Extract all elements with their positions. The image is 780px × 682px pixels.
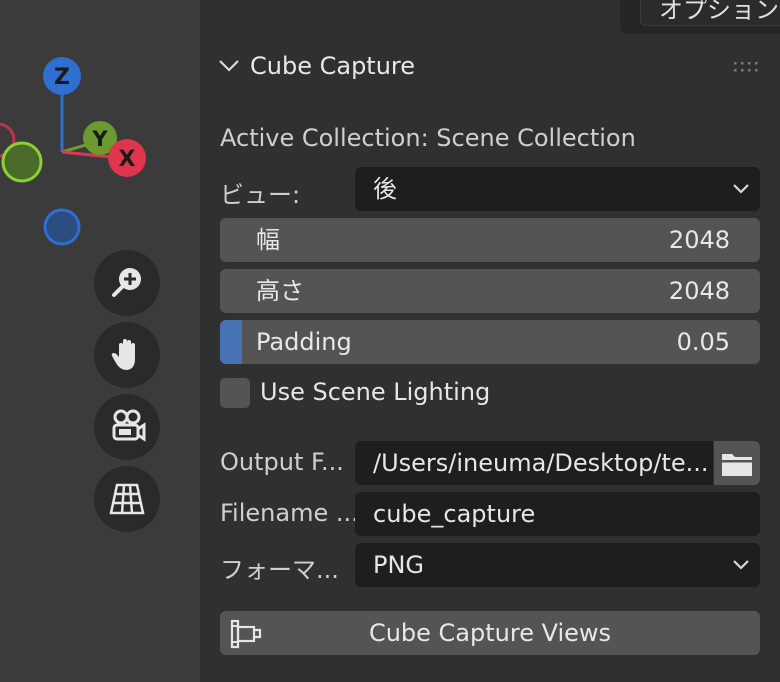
padding-fill: [220, 320, 242, 364]
use-scene-lighting-checkbox[interactable]: [220, 378, 250, 408]
format-dropdown[interactable]: PNG: [355, 543, 760, 587]
header-bar: オプション: [620, 0, 780, 34]
height-label: 高さ: [256, 277, 304, 305]
svg-text:Z: Z: [54, 65, 70, 90]
use-scene-lighting-label: Use Scene Lighting: [260, 378, 491, 406]
padding-slider[interactable]: Padding 0.05: [220, 320, 760, 364]
camera-view-button[interactable]: [94, 394, 160, 460]
padding-label: Padding: [256, 328, 352, 356]
options-button[interactable]: オプション: [640, 0, 780, 26]
svg-text:Y: Y: [91, 127, 108, 151]
zoom-icon: [112, 268, 141, 297]
panel-header[interactable]: Cube Capture: [200, 36, 780, 98]
output-folder-label: Output F...: [220, 448, 344, 476]
browse-folder-button[interactable]: [714, 441, 760, 485]
view-label: ビュー:: [220, 181, 301, 209]
axis-gizmo[interactable]: Z Y X: [0, 50, 170, 260]
cube-capture-views-label: Cube Capture Views: [368, 619, 612, 647]
cube-capture-panel: Cube Capture Active Collection: Scene Co…: [200, 36, 780, 682]
output-folder-field[interactable]: /Users/ineuma/Desktop/te...: [355, 441, 713, 485]
padding-value: 0.05: [676, 328, 730, 356]
chevron-down-icon: [733, 560, 749, 570]
panel-title: Cube Capture: [250, 52, 416, 80]
cube-capture-views-button[interactable]: Cube Capture Views: [220, 611, 760, 655]
active-collection-label: Active Collection: Scene Collection: [220, 124, 636, 152]
height-field[interactable]: 高さ 2048: [220, 269, 760, 313]
view-value: 後: [373, 175, 397, 203]
camera-icon: [112, 409, 146, 442]
chevron-down-icon[interactable]: [218, 58, 240, 74]
width-field[interactable]: 幅 2048: [220, 218, 760, 262]
folder-icon: [722, 454, 752, 476]
format-label: フォーマ...: [220, 556, 339, 584]
grid-icon: [109, 483, 145, 515]
zoom-button[interactable]: [94, 250, 160, 316]
width-value: 2048: [668, 226, 730, 254]
hand-pan-icon: [111, 339, 135, 370]
height-value: 2048: [668, 277, 730, 305]
pan-button[interactable]: [94, 322, 160, 388]
svg-text:X: X: [119, 147, 136, 172]
format-value: PNG: [373, 551, 425, 579]
width-label: 幅: [256, 226, 280, 254]
grid-view-button[interactable]: [94, 466, 160, 532]
chevron-down-icon: [733, 184, 749, 194]
filename-field[interactable]: cube_capture: [355, 492, 760, 536]
drag-grip-icon[interactable]: [732, 60, 762, 74]
view-dropdown[interactable]: 後: [355, 167, 760, 211]
filename-label: Filename ...: [220, 499, 359, 527]
viewport-area[interactable]: Z Y X: [0, 0, 200, 682]
render-icon: [230, 619, 262, 649]
